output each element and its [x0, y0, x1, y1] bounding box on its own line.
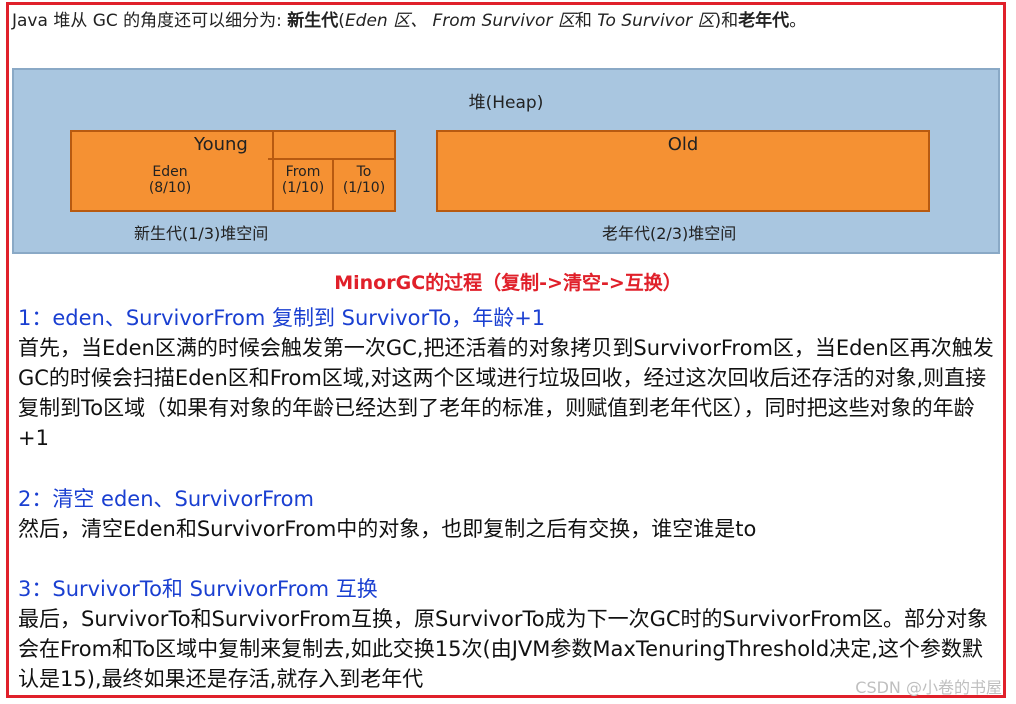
old-label: Old: [667, 134, 699, 155]
from-label: From: [285, 164, 321, 180]
intro-bold-young: 新生代: [287, 11, 339, 31]
step-1-body: 首先，当Eden区满的时候会触发第一次GC,把还活着的对象拷贝到Survivor…: [18, 336, 994, 450]
intro-bold-old: 老年代: [738, 11, 790, 31]
young-generation-box: Young Eden (8/10) From (1/10) To (1/10): [70, 130, 396, 212]
old-generation-box: Old: [436, 130, 930, 212]
intro-part: )和: [714, 11, 739, 31]
young-label: Young: [194, 134, 248, 155]
step-1-heading: 1：eden、SurvivorFrom 复制到 SurvivorTo，年龄+1: [18, 306, 546, 330]
intro-part: 。: [789, 11, 807, 31]
step-2: 2：清空 eden、SurvivorFrom 然后，清空Eden和Survivo…: [18, 484, 998, 544]
eden-ratio: (8/10): [148, 180, 192, 196]
step-2-heading: 2：清空 eden、SurvivorFrom: [18, 487, 314, 511]
intro-part: Java 堆从 GC 的角度还可以细分为:: [12, 11, 288, 31]
step-3: 3：SurvivorTo和 SurvivorFrom 互换 最后，Survivo…: [18, 574, 998, 694]
from-ratio: (1/10): [281, 180, 325, 196]
step-3-heading: 3：SurvivorTo和 SurvivorFrom 互换: [18, 577, 378, 601]
to-label: To: [356, 164, 372, 180]
intro-italic-eden-from: Eden 区、 From Survivor 区: [344, 11, 575, 31]
eden-label: Eden: [152, 164, 188, 180]
old-caption: 老年代(2/3)堆空间: [602, 224, 737, 243]
young-label-underline: [268, 158, 396, 160]
heap-title: 堆(Heap): [468, 93, 544, 113]
watermark: CSDN @小卷的书屋: [855, 678, 1002, 697]
to-cell: To (1/10): [334, 164, 394, 196]
step-2-body: 然后，清空Eden和SurvivorFrom中的对象，也即复制之后有交换，谁空谁…: [18, 517, 757, 541]
intro-part: (: [338, 11, 345, 31]
intro-part: 和: [574, 11, 598, 31]
to-ratio: (1/10): [342, 180, 386, 196]
step-1: 1：eden、SurvivorFrom 复制到 SurvivorTo，年龄+1 …: [18, 303, 998, 453]
intro-italic-to: To Survivor 区: [597, 11, 715, 31]
minor-gc-title: MinorGC的过程（复制->清空->互换）: [334, 272, 682, 294]
step-3-body: 最后，SurvivorTo和SurvivorFrom互换，原SurvivorTo…: [18, 607, 988, 691]
from-cell: From (1/10): [274, 164, 332, 196]
intro-text: Java 堆从 GC 的角度还可以细分为: 新生代(Eden 区、 From S…: [12, 10, 1002, 33]
heap-diagram: 堆(Heap) Young Eden (8/10) From (1/10) To…: [12, 68, 1000, 254]
eden-cell: Eden (8/10): [130, 164, 210, 196]
young-caption: 新生代(1/3)堆空间: [134, 224, 269, 243]
